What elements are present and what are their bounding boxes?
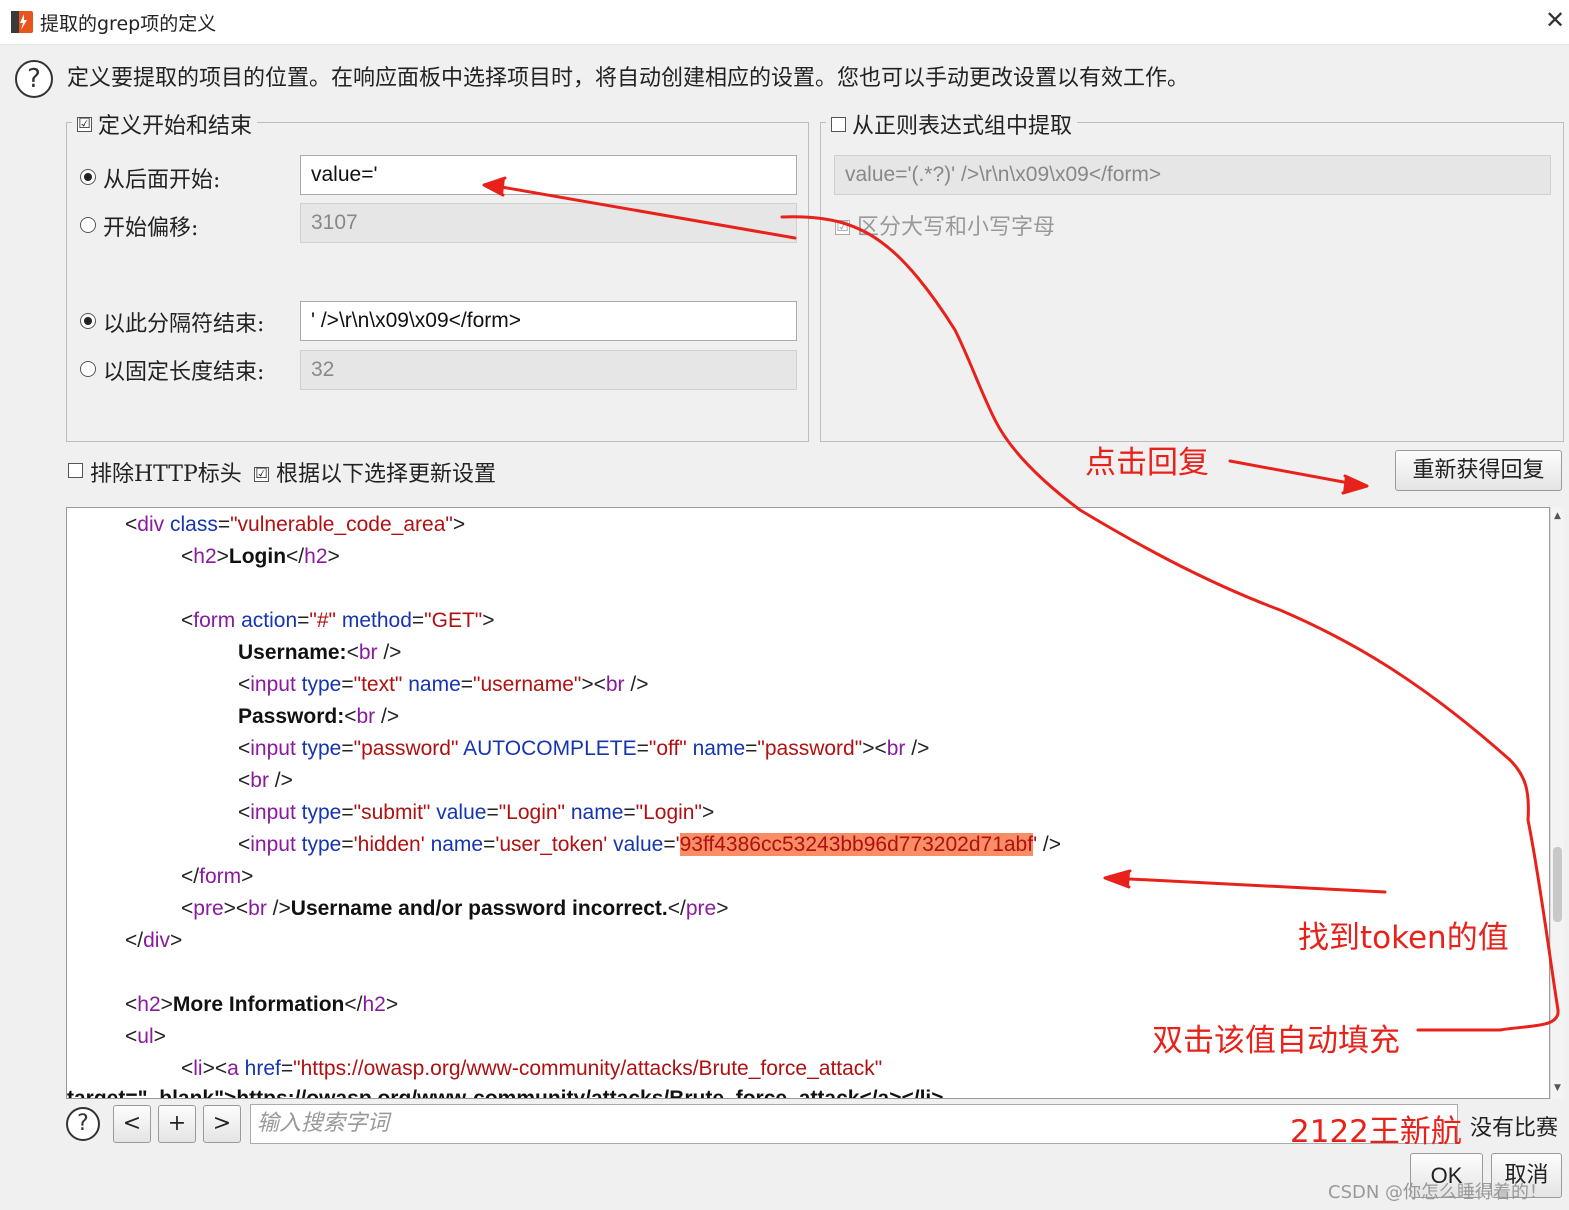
response-scrollbar[interactable]: ▲ ▼ — [1550, 507, 1564, 1099]
code-line: <input type="password" AUTOCOMPLETE="off… — [238, 737, 930, 760]
regex-input: value='(.*?)' />\r\n\x09\x09</form> — [834, 155, 1551, 195]
start-end-label: 定义开始和结束 — [98, 114, 253, 139]
code-line: Password:<br /> — [238, 705, 400, 728]
regex-label: 从正则表达式组中提取 — [852, 114, 1073, 139]
start-after-input[interactable]: value=' — [300, 155, 797, 195]
scroll-up-icon[interactable]: ▲ — [1551, 509, 1564, 523]
code-line: <br /> — [238, 769, 293, 792]
help-icon[interactable]: ? — [15, 60, 53, 98]
end-length-input: 32 — [300, 350, 797, 390]
scroll-down-icon[interactable]: ▼ — [1551, 1081, 1564, 1095]
exclude-headers-label: 排除HTTP标头 — [90, 462, 242, 487]
close-icon[interactable]: ✕ — [1541, 4, 1569, 36]
annotation-find-token: 找到token的值 — [1298, 920, 1509, 956]
annotation-double-click: 双击该值自动填充 — [1152, 1023, 1400, 1059]
arrow-to-refetch-head — [1341, 474, 1369, 495]
search-status: 没有比赛 — [1470, 1116, 1559, 1141]
search-help-icon[interactable]: ? — [66, 1107, 100, 1141]
start-end-legend: ☑ 定义开始和结束 — [72, 108, 258, 140]
code-line: Username:<br /> — [238, 641, 402, 664]
code-line: <form action="#" method="GET"> — [181, 609, 495, 632]
start-after-radio[interactable] — [80, 169, 96, 189]
case-sensitive-label: 区分大写和小写字母 — [857, 215, 1056, 240]
title-bar: 提取的grep项的定义 ✕ — [0, 0, 1569, 45]
csdn-watermark: CSDN @你怎么睡得着的！ — [1328, 1182, 1548, 1203]
end-length-radio[interactable] — [80, 361, 96, 381]
code-line: <h2>Login</h2> — [181, 545, 340, 568]
start-offset-input: 3107 — [300, 203, 797, 243]
burp-app-icon — [11, 11, 33, 33]
end-delimiter-input[interactable]: ' />\r\n\x09\x09</form> — [300, 301, 797, 341]
code-line: </div> — [125, 929, 183, 952]
exclude-headers-checkbox[interactable] — [68, 463, 83, 482]
code-line: <input type="submit" value="Login" name=… — [238, 801, 715, 824]
start-after-label: 从后面开始: — [103, 168, 221, 193]
end-delimiter-radio[interactable] — [80, 313, 96, 333]
case-sensitive-checkbox: ☑ — [835, 219, 850, 235]
response-panel[interactable]: <div class="vulnerable_code_area"> <h2>L… — [66, 507, 1550, 1099]
description-text: 定义要提取的项目的位置。在响应面板中选择项目时，将自动创建相应的设置。您也可以手… — [67, 66, 1190, 91]
arrow-to-refetch — [1228, 459, 1367, 488]
token-value-highlight[interactable]: 93ff4386cc53243bb96d773202d71abf — [679, 833, 1034, 856]
code-line: <pre><br />Username and/or password inco… — [181, 897, 729, 920]
annotation-author: 2122王新航 — [1290, 1114, 1462, 1150]
code-line: target="_blank">https://owasp.org/www-co… — [67, 1087, 944, 1099]
search-next-button[interactable]: > — [203, 1105, 241, 1143]
search-input[interactable]: 输入搜索字词 — [250, 1104, 1458, 1144]
start-offset-radio[interactable] — [80, 217, 96, 237]
search-prev-button[interactable]: < — [113, 1105, 151, 1143]
code-line: <input type='hidden' name='user_token' v… — [238, 833, 1062, 856]
code-line: <div class="vulnerable_code_area"> — [125, 513, 466, 536]
regex-legend: 从正则表达式组中提取 — [826, 108, 1078, 140]
end-length-label: 以固定长度结束: — [103, 360, 265, 385]
window-title: 提取的grep项的定义 — [40, 13, 217, 35]
start-end-checkbox[interactable]: ☑ — [77, 116, 92, 132]
code-line: <input type="text" name="username"><br /… — [238, 673, 649, 696]
update-config-label: 根据以下选择更新设置 — [276, 462, 497, 487]
end-delimiter-label: 以此分隔符结束: — [103, 312, 265, 337]
update-config-checkbox[interactable]: ☑ — [254, 463, 269, 482]
search-add-button[interactable]: + — [158, 1105, 196, 1143]
scroll-thumb[interactable] — [1553, 847, 1562, 922]
regex-checkbox[interactable] — [831, 116, 846, 132]
refetch-response-button[interactable]: 重新获得回复 — [1395, 450, 1562, 491]
code-line: <ul> — [125, 1025, 166, 1048]
annotation-click-reply: 点击回复 — [1085, 445, 1209, 481]
code-line: <h2>More Information</h2> — [125, 993, 399, 1016]
code-line: </form> — [181, 865, 254, 888]
code-line: <li><a href="https://owasp.org/www-commu… — [181, 1057, 883, 1080]
start-offset-label: 开始偏移: — [103, 216, 199, 241]
